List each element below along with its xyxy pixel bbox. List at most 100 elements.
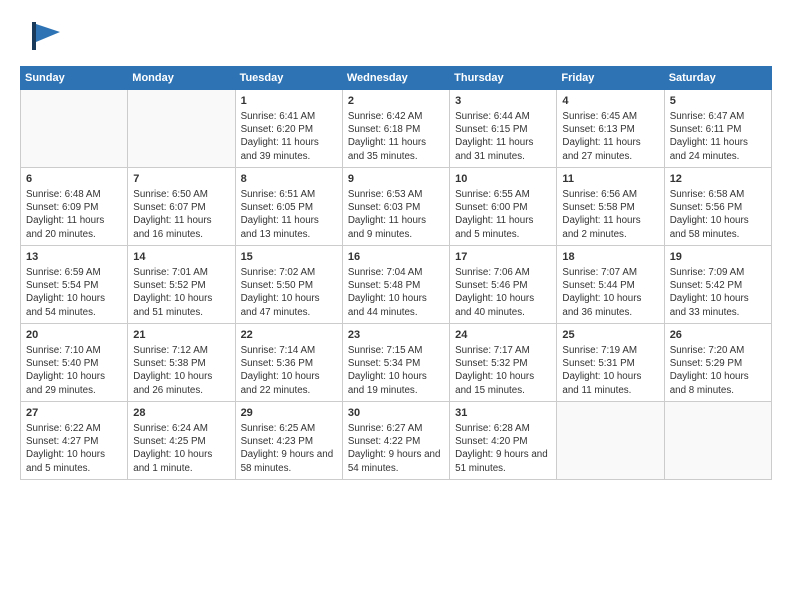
day-info: Sunrise: 7:02 AM Sunset: 5:50 PM Dayligh… [241, 266, 337, 319]
calendar-day-cell: 11Sunrise: 6:56 AM Sunset: 5:58 PM Dayli… [557, 168, 664, 246]
calendar-day-cell: 19Sunrise: 7:09 AM Sunset: 5:42 PM Dayli… [664, 246, 771, 324]
header [20, 16, 772, 56]
day-number: 20 [26, 328, 122, 343]
day-info: Sunrise: 7:09 AM Sunset: 5:42 PM Dayligh… [670, 266, 766, 319]
day-number: 6 [26, 172, 122, 187]
calendar-day-cell: 23Sunrise: 7:15 AM Sunset: 5:34 PM Dayli… [342, 324, 449, 402]
calendar-day-cell: 20Sunrise: 7:10 AM Sunset: 5:40 PM Dayli… [21, 324, 128, 402]
day-number: 4 [562, 94, 658, 109]
calendar-day-cell: 28Sunrise: 6:24 AM Sunset: 4:25 PM Dayli… [128, 402, 235, 480]
calendar-day-cell: 10Sunrise: 6:55 AM Sunset: 6:00 PM Dayli… [450, 168, 557, 246]
calendar-day-cell [557, 402, 664, 480]
day-info: Sunrise: 6:25 AM Sunset: 4:23 PM Dayligh… [241, 422, 337, 475]
calendar-header-friday: Friday [557, 67, 664, 90]
calendar-day-cell: 5Sunrise: 6:47 AM Sunset: 6:11 PM Daylig… [664, 90, 771, 168]
calendar-day-cell: 29Sunrise: 6:25 AM Sunset: 4:23 PM Dayli… [235, 402, 342, 480]
logo [20, 16, 72, 56]
day-info: Sunrise: 6:45 AM Sunset: 6:13 PM Dayligh… [562, 110, 658, 163]
day-number: 11 [562, 172, 658, 187]
calendar-day-cell: 8Sunrise: 6:51 AM Sunset: 6:05 PM Daylig… [235, 168, 342, 246]
day-info: Sunrise: 6:48 AM Sunset: 6:09 PM Dayligh… [26, 188, 122, 241]
day-info: Sunrise: 6:47 AM Sunset: 6:11 PM Dayligh… [670, 110, 766, 163]
calendar-day-cell: 14Sunrise: 7:01 AM Sunset: 5:52 PM Dayli… [128, 246, 235, 324]
calendar-week-1: 1Sunrise: 6:41 AM Sunset: 6:20 PM Daylig… [21, 90, 772, 168]
calendar-day-cell: 9Sunrise: 6:53 AM Sunset: 6:03 PM Daylig… [342, 168, 449, 246]
day-number: 29 [241, 406, 337, 421]
day-info: Sunrise: 6:55 AM Sunset: 6:00 PM Dayligh… [455, 188, 551, 241]
calendar-header-wednesday: Wednesday [342, 67, 449, 90]
calendar-day-cell: 22Sunrise: 7:14 AM Sunset: 5:36 PM Dayli… [235, 324, 342, 402]
calendar-day-cell: 17Sunrise: 7:06 AM Sunset: 5:46 PM Dayli… [450, 246, 557, 324]
calendar-day-cell: 21Sunrise: 7:12 AM Sunset: 5:38 PM Dayli… [128, 324, 235, 402]
day-number: 9 [348, 172, 444, 187]
calendar-header-tuesday: Tuesday [235, 67, 342, 90]
calendar-day-cell: 1Sunrise: 6:41 AM Sunset: 6:20 PM Daylig… [235, 90, 342, 168]
day-number: 8 [241, 172, 337, 187]
calendar-day-cell: 6Sunrise: 6:48 AM Sunset: 6:09 PM Daylig… [21, 168, 128, 246]
day-number: 15 [241, 250, 337, 265]
day-info: Sunrise: 6:24 AM Sunset: 4:25 PM Dayligh… [133, 422, 229, 475]
calendar-header-thursday: Thursday [450, 67, 557, 90]
day-info: Sunrise: 7:20 AM Sunset: 5:29 PM Dayligh… [670, 344, 766, 397]
day-number: 27 [26, 406, 122, 421]
day-number: 30 [348, 406, 444, 421]
calendar-header-monday: Monday [128, 67, 235, 90]
day-info: Sunrise: 7:19 AM Sunset: 5:31 PM Dayligh… [562, 344, 658, 397]
calendar-day-cell: 13Sunrise: 6:59 AM Sunset: 5:54 PM Dayli… [21, 246, 128, 324]
calendar-day-cell: 4Sunrise: 6:45 AM Sunset: 6:13 PM Daylig… [557, 90, 664, 168]
day-number: 28 [133, 406, 229, 421]
calendar-day-cell: 2Sunrise: 6:42 AM Sunset: 6:18 PM Daylig… [342, 90, 449, 168]
calendar-header-sunday: Sunday [21, 67, 128, 90]
day-number: 26 [670, 328, 766, 343]
day-number: 21 [133, 328, 229, 343]
day-number: 17 [455, 250, 551, 265]
day-info: Sunrise: 6:41 AM Sunset: 6:20 PM Dayligh… [241, 110, 337, 163]
day-number: 16 [348, 250, 444, 265]
calendar-week-2: 6Sunrise: 6:48 AM Sunset: 6:09 PM Daylig… [21, 168, 772, 246]
day-info: Sunrise: 6:42 AM Sunset: 6:18 PM Dayligh… [348, 110, 444, 163]
calendar-day-cell: 3Sunrise: 6:44 AM Sunset: 6:15 PM Daylig… [450, 90, 557, 168]
day-info: Sunrise: 6:56 AM Sunset: 5:58 PM Dayligh… [562, 188, 658, 241]
day-number: 13 [26, 250, 122, 265]
calendar-day-cell: 15Sunrise: 7:02 AM Sunset: 5:50 PM Dayli… [235, 246, 342, 324]
day-info: Sunrise: 6:22 AM Sunset: 4:27 PM Dayligh… [26, 422, 122, 475]
day-info: Sunrise: 7:07 AM Sunset: 5:44 PM Dayligh… [562, 266, 658, 319]
day-number: 25 [562, 328, 658, 343]
calendar-week-4: 20Sunrise: 7:10 AM Sunset: 5:40 PM Dayli… [21, 324, 772, 402]
calendar-day-cell [128, 90, 235, 168]
day-number: 18 [562, 250, 658, 265]
page: SundayMondayTuesdayWednesdayThursdayFrid… [0, 0, 792, 490]
day-number: 5 [670, 94, 766, 109]
calendar-day-cell: 7Sunrise: 6:50 AM Sunset: 6:07 PM Daylig… [128, 168, 235, 246]
day-number: 12 [670, 172, 766, 187]
day-info: Sunrise: 7:15 AM Sunset: 5:34 PM Dayligh… [348, 344, 444, 397]
day-info: Sunrise: 6:28 AM Sunset: 4:20 PM Dayligh… [455, 422, 551, 475]
calendar-day-cell: 18Sunrise: 7:07 AM Sunset: 5:44 PM Dayli… [557, 246, 664, 324]
day-number: 7 [133, 172, 229, 187]
calendar-day-cell: 24Sunrise: 7:17 AM Sunset: 5:32 PM Dayli… [450, 324, 557, 402]
day-info: Sunrise: 7:12 AM Sunset: 5:38 PM Dayligh… [133, 344, 229, 397]
calendar-week-3: 13Sunrise: 6:59 AM Sunset: 5:54 PM Dayli… [21, 246, 772, 324]
day-info: Sunrise: 6:44 AM Sunset: 6:15 PM Dayligh… [455, 110, 551, 163]
logo-icon [20, 16, 68, 56]
day-info: Sunrise: 7:17 AM Sunset: 5:32 PM Dayligh… [455, 344, 551, 397]
calendar-day-cell: 12Sunrise: 6:58 AM Sunset: 5:56 PM Dayli… [664, 168, 771, 246]
calendar-day-cell: 25Sunrise: 7:19 AM Sunset: 5:31 PM Dayli… [557, 324, 664, 402]
calendar-day-cell: 31Sunrise: 6:28 AM Sunset: 4:20 PM Dayli… [450, 402, 557, 480]
day-info: Sunrise: 7:01 AM Sunset: 5:52 PM Dayligh… [133, 266, 229, 319]
day-info: Sunrise: 7:14 AM Sunset: 5:36 PM Dayligh… [241, 344, 337, 397]
calendar-day-cell [21, 90, 128, 168]
day-info: Sunrise: 6:50 AM Sunset: 6:07 PM Dayligh… [133, 188, 229, 241]
day-info: Sunrise: 6:51 AM Sunset: 6:05 PM Dayligh… [241, 188, 337, 241]
day-number: 31 [455, 406, 551, 421]
calendar-table: SundayMondayTuesdayWednesdayThursdayFrid… [20, 66, 772, 480]
day-number: 19 [670, 250, 766, 265]
calendar-day-cell: 26Sunrise: 7:20 AM Sunset: 5:29 PM Dayli… [664, 324, 771, 402]
calendar-day-cell: 27Sunrise: 6:22 AM Sunset: 4:27 PM Dayli… [21, 402, 128, 480]
calendar-header-row: SundayMondayTuesdayWednesdayThursdayFrid… [21, 67, 772, 90]
day-number: 14 [133, 250, 229, 265]
day-number: 23 [348, 328, 444, 343]
day-info: Sunrise: 7:10 AM Sunset: 5:40 PM Dayligh… [26, 344, 122, 397]
calendar-day-cell [664, 402, 771, 480]
day-info: Sunrise: 7:06 AM Sunset: 5:46 PM Dayligh… [455, 266, 551, 319]
